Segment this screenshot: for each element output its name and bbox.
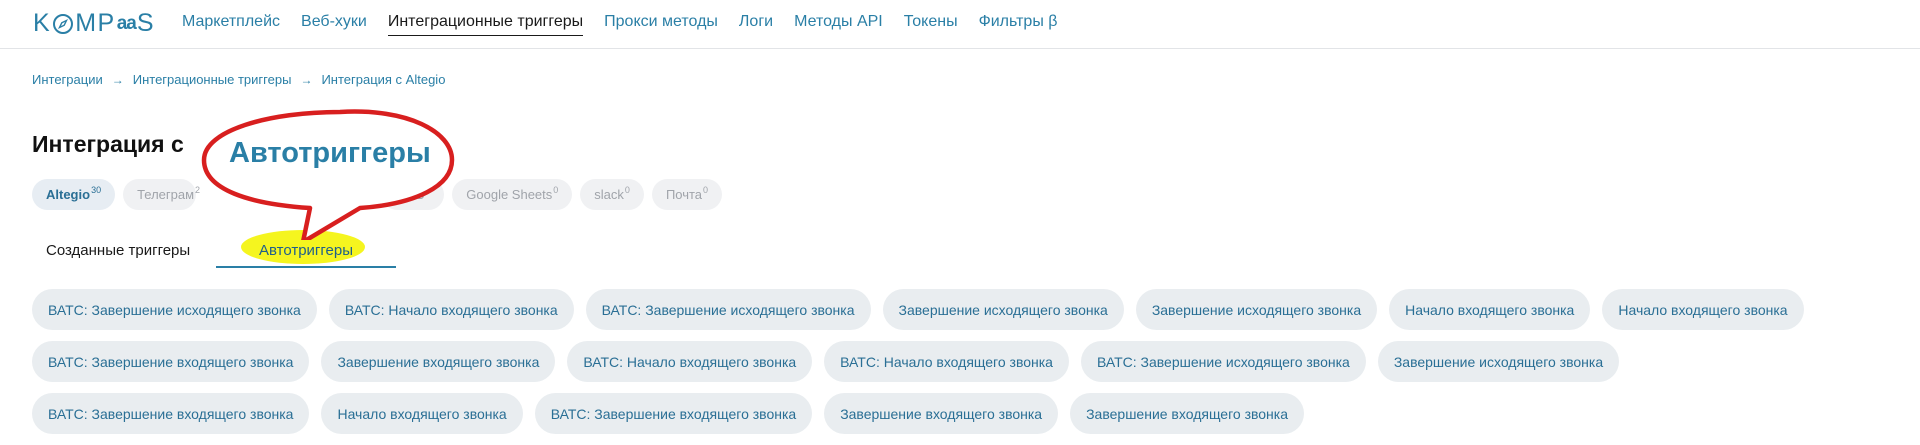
integration-pill-label: Altegio	[46, 187, 91, 202]
nav-api-methods[interactable]: Методы API	[794, 13, 883, 36]
integration-pill-label: slack	[594, 187, 624, 202]
arrow-right-icon: →	[111, 72, 124, 87]
logo-letter-p: P	[97, 9, 116, 37]
arrow-right-icon: →	[300, 72, 313, 87]
integration-pill-label: Почта	[665, 187, 703, 202]
integration-pill-altegio[interactable]: Altegio 30	[32, 179, 116, 210]
tab-label: Созданные триггеры	[46, 242, 191, 259]
callout-text: Автотриггеры	[229, 137, 431, 169]
chip-row: ВАТС: Завершение входящего звонка Заверш…	[32, 341, 1892, 382]
trigger-chip[interactable]: Начало входящего звонка	[1602, 289, 1804, 330]
trigger-chip[interactable]: Завершение исходящего звонка	[882, 289, 1124, 330]
logo-letters-m: M	[75, 9, 98, 37]
nav-marketplace[interactable]: Маркетплейс	[182, 13, 280, 36]
nav-integration-triggers[interactable]: Интеграционные триггеры	[387, 13, 584, 36]
tab-created-triggers[interactable]: Созданные триггеры	[32, 236, 216, 268]
integration-pill-count: 0	[553, 184, 559, 195]
trigger-chip[interactable]: ВАТС: Завершение входящего звонка	[534, 393, 813, 434]
tab-autotriggers[interactable]: Автотриггеры	[216, 230, 396, 268]
integration-pill-google-sheets[interactable]: Google Sheets 0	[452, 179, 573, 210]
integration-pill-label: Телеграм	[137, 187, 195, 202]
integration-pill-telegram[interactable]: Телеграм 2	[123, 179, 200, 210]
integration-filter: Altegio 30 Телеграм 2 SMS 0 Google Sheets 0 …	[32, 179, 723, 210]
trigger-chip[interactable]: ВАТС: Начало входящего звонка	[824, 341, 1069, 382]
logo-aa: aa	[116, 12, 137, 34]
breadcrumb-altegio[interactable]: Интеграция с Altegio	[321, 72, 445, 87]
nav-webhooks[interactable]: Веб-хуки	[301, 13, 367, 36]
integration-pill-slack[interactable]: slack 0	[580, 179, 644, 210]
trigger-chip[interactable]: Завершение входящего звонка	[321, 341, 556, 382]
integration-pill-mail[interactable]: Почта 0	[651, 179, 723, 210]
trigger-chip[interactable]: Завершение входящего звонка	[824, 393, 1059, 434]
trigger-chip[interactable]: Начало входящего звонка	[321, 393, 523, 434]
integration-pill-label: Google Sheets	[466, 187, 553, 202]
compass-icon	[53, 13, 74, 34]
nav-filters[interactable]: Фильтры β	[979, 13, 1058, 36]
integration-pill-label: SMS	[396, 187, 425, 202]
integration-pill-count: 0	[624, 184, 630, 195]
trigger-chip[interactable]: ВАТС: Завершение исходящего звонка	[585, 289, 871, 330]
tab-label: Автотриггеры	[258, 242, 354, 259]
trigger-chip[interactable]: ВАТС: Начало входящего звонка	[567, 341, 813, 382]
callout-balloon	[201, 109, 455, 240]
integration-pill-count: 2	[195, 184, 201, 195]
autotrigger-list: ВАТС: Завершение исходящего звонка ВАТС:…	[32, 289, 1892, 445]
trigger-chip[interactable]: ВАТС: Начало входящего звонка	[328, 289, 574, 330]
breadcrumb-integrations[interactable]: Интеграции	[32, 72, 103, 87]
trigger-chip[interactable]: ВАТС: Завершение входящего звонка	[32, 393, 310, 434]
logo-letter-s: S	[136, 9, 156, 37]
integration-pill-count: 0	[703, 184, 709, 195]
nav-proxy-methods[interactable]: Прокси методы	[604, 13, 718, 36]
trigger-chip[interactable]: Завершение входящего звонка	[1070, 393, 1304, 434]
trigger-chip[interactable]: ВАТС: Завершение исходящего звонка	[32, 289, 317, 330]
nav-logs[interactable]: Логи	[739, 13, 773, 36]
integration-pill-sms[interactable]: SMS 0	[382, 179, 445, 210]
kompaas-logo[interactable]: K M P aa S	[33, 9, 155, 38]
trigger-chip[interactable]: ВАТС: Завершение входящего звонка	[32, 341, 310, 382]
chip-row: ВАТС: Завершение исходящего звонка ВАТС:…	[32, 289, 1892, 330]
integration-pill-count: 0	[425, 184, 431, 195]
trigger-tabs: Созданные триггеры Автотриггеры	[32, 230, 396, 268]
main-menu: Маркетплейс Веб-хуки Интеграционные триг…	[182, 13, 1078, 36]
trigger-chip[interactable]: Завершение исходящего звонка	[1377, 341, 1620, 382]
nav-tokens[interactable]: Токены	[904, 13, 958, 36]
page-title: Интеграция с	[32, 131, 184, 157]
trigger-chip[interactable]: Завершение исходящего звонка	[1135, 289, 1378, 330]
top-navigation: K M P aa S Маркетплейс Веб-хуки Интеграц…	[0, 0, 1920, 49]
integration-pill-count: 30	[91, 184, 102, 195]
chip-row: ВАТС: Завершение входящего звонка Начало…	[32, 393, 1892, 434]
breadcrumb: Интеграции → Интеграционные триггеры → И…	[32, 72, 445, 87]
trigger-chip[interactable]: Начало входящего звонка	[1389, 289, 1591, 330]
trigger-chip[interactable]: ВАТС: Завершение исходящего звонка	[1080, 341, 1366, 382]
logo-letter-k: K	[33, 9, 52, 37]
breadcrumb-integration-triggers[interactable]: Интеграционные триггеры	[133, 72, 292, 87]
